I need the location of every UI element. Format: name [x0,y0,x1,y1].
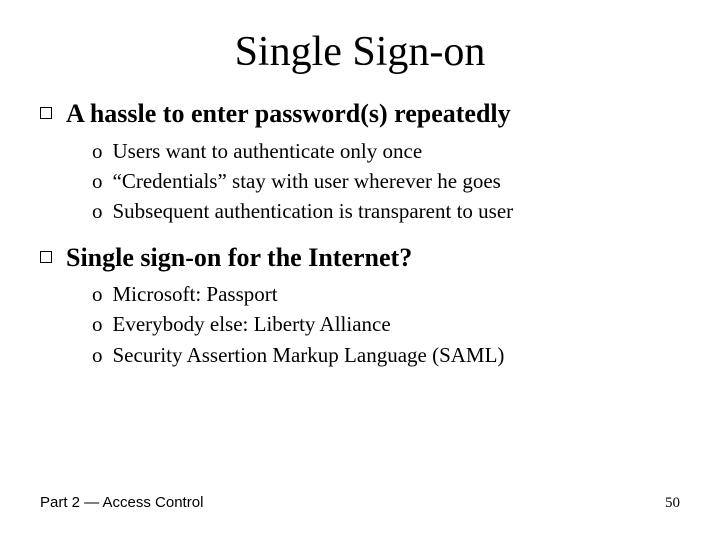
o-bullet-icon: o [92,310,103,338]
o-bullet-icon: o [92,197,103,225]
bullet-item-2: Single sign-on for the Internet? [40,242,680,275]
sub-item: o Security Assertion Markup Language (SA… [92,341,680,369]
sub-item: o Subsequent authentication is transpare… [92,197,680,225]
sub-text: “Credentials” stay with user wherever he… [113,167,501,195]
slide-title: Single Sign-on [40,28,680,76]
bullet-text: A hassle to enter password(s) repeatedly [66,98,511,131]
sub-item: o Microsoft: Passport [92,280,680,308]
o-bullet-icon: o [92,341,103,369]
sub-text: Subsequent authentication is transparent… [113,197,514,225]
sub-list-1: o Users want to authenticate only once o… [92,137,680,226]
sub-text: Security Assertion Markup Language (SAML… [113,341,505,369]
bullet-text: Single sign-on for the Internet? [66,242,412,275]
sub-item: o Users want to authenticate only once [92,137,680,165]
slide-footer: Part 2 — Access Control 50 [40,494,680,512]
slide-number: 50 [665,495,680,512]
square-bullet-icon [40,107,52,119]
sub-text: Microsoft: Passport [113,280,278,308]
sub-list-2: o Microsoft: Passport o Everybody else: … [92,280,680,369]
footer-left-text: Part 2 — Access Control [40,494,203,511]
bullet-item-1: A hassle to enter password(s) repeatedly [40,98,680,131]
sub-item: o “Credentials” stay with user wherever … [92,167,680,195]
o-bullet-icon: o [92,280,103,308]
sub-text: Users want to authenticate only once [113,137,423,165]
sub-item: o Everybody else: Liberty Alliance [92,310,680,338]
o-bullet-icon: o [92,167,103,195]
sub-text: Everybody else: Liberty Alliance [113,310,391,338]
o-bullet-icon: o [92,137,103,165]
square-bullet-icon [40,251,52,263]
